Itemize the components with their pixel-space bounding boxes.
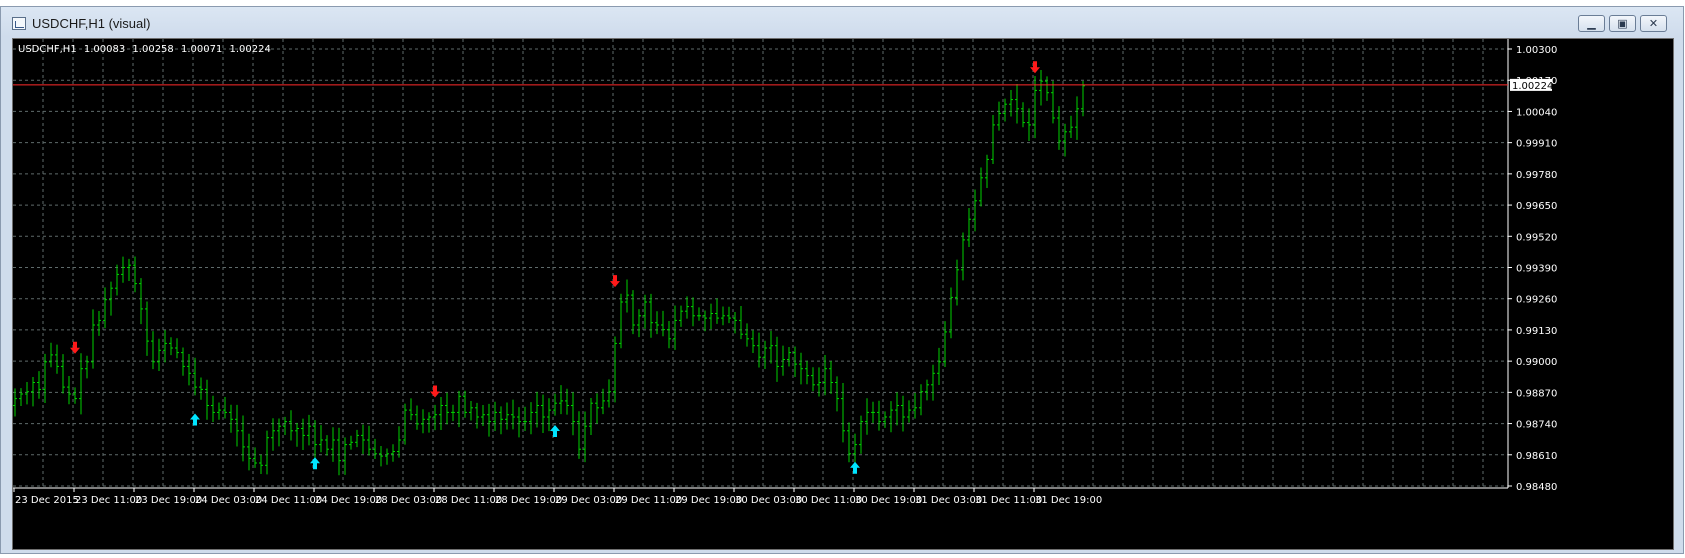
x-axis-label: 30 Dec 19:00	[855, 495, 922, 506]
header-symbol: USDCHF,H1	[18, 44, 77, 55]
x-axis-label: 29 Dec 19:00	[675, 495, 742, 506]
x-axis-label: 29 Dec 11:00	[615, 495, 682, 506]
x-axis-label: 23 Dec 19:00	[135, 495, 202, 506]
current-price-label: 1.00224	[1512, 81, 1553, 92]
restore-button[interactable]: ▣	[1609, 15, 1636, 32]
y-axis-label: 0.98870	[1516, 388, 1557, 399]
price-chart[interactable]: 1.003001.001701.000400.999100.997800.996…	[13, 39, 1673, 549]
x-axis-label: 24 Dec 03:00	[195, 495, 262, 506]
x-axis-label: 28 Dec 11:00	[435, 495, 502, 506]
y-axis-label: 0.99000	[1516, 357, 1557, 368]
x-axis-label: 30 Dec 03:00	[735, 495, 802, 506]
minimize-button[interactable]: ▁	[1578, 15, 1605, 32]
buy-signal-arrow	[550, 425, 560, 437]
sell-signal-arrow	[1030, 61, 1040, 74]
buy-signal-arrow	[850, 461, 860, 474]
chart-window: USDCHF,H1 (visual) ▁ ▣ ✕ 1.003001.001701…	[0, 6, 1684, 554]
chart-window-icon	[12, 17, 26, 30]
sell-signal-arrow	[610, 275, 620, 288]
x-axis-label: 31 Dec 19:00	[1035, 495, 1102, 506]
y-axis-label: 0.99520	[1516, 232, 1557, 243]
x-axis-label: 28 Dec 19:00	[495, 495, 562, 506]
y-axis-label: 1.00040	[1516, 107, 1557, 118]
y-axis-label: 0.98610	[1516, 451, 1557, 462]
buy-signal-arrow	[310, 457, 320, 470]
sell-signal-arrow	[70, 341, 80, 354]
x-axis-label: 23 Dec 2015	[15, 495, 79, 506]
chart-area[interactable]: 1.003001.001701.000400.999100.997800.996…	[12, 38, 1674, 550]
y-axis-label: 0.99650	[1516, 201, 1557, 212]
x-axis-label: 24 Dec 19:00	[315, 495, 382, 506]
chart-header: USDCHF,H1 1.00083 1.00258 1.00071 1.0022…	[18, 44, 275, 55]
header-open: 1.00083	[83, 44, 126, 55]
y-axis-label: 0.99780	[1516, 170, 1557, 181]
y-axis-label: 0.99130	[1516, 326, 1557, 337]
buy-signal-arrow	[190, 413, 200, 426]
window-title: USDCHF,H1 (visual)	[32, 16, 151, 31]
x-axis-label: 31 Dec 11:00	[975, 495, 1042, 506]
x-axis-label: 23 Dec 11:00	[75, 495, 142, 506]
title-bar[interactable]: USDCHF,H1 (visual) ▁ ▣ ✕	[1, 7, 1683, 39]
y-axis-label: 0.98480	[1516, 482, 1557, 493]
y-axis-label: 0.99260	[1516, 295, 1557, 306]
header-high: 1.00258	[132, 44, 174, 55]
y-axis-label: 0.99390	[1516, 264, 1557, 275]
x-axis-label: 30 Dec 11:00	[795, 495, 862, 506]
y-axis-label: 1.00300	[1516, 45, 1557, 56]
y-axis-label: 0.98740	[1516, 420, 1557, 431]
x-axis-label: 29 Dec 03:00	[555, 495, 622, 506]
header-low: 1.00071	[180, 44, 223, 55]
x-axis-label: 28 Dec 03:00	[375, 495, 442, 506]
sell-signal-arrow	[430, 385, 440, 398]
close-button[interactable]: ✕	[1640, 15, 1667, 32]
header-close: 1.00224	[229, 44, 271, 55]
x-axis-label: 24 Dec 11:00	[255, 495, 322, 506]
y-axis-label: 0.99910	[1516, 139, 1557, 150]
x-axis-label: 31 Dec 03:00	[915, 495, 982, 506]
